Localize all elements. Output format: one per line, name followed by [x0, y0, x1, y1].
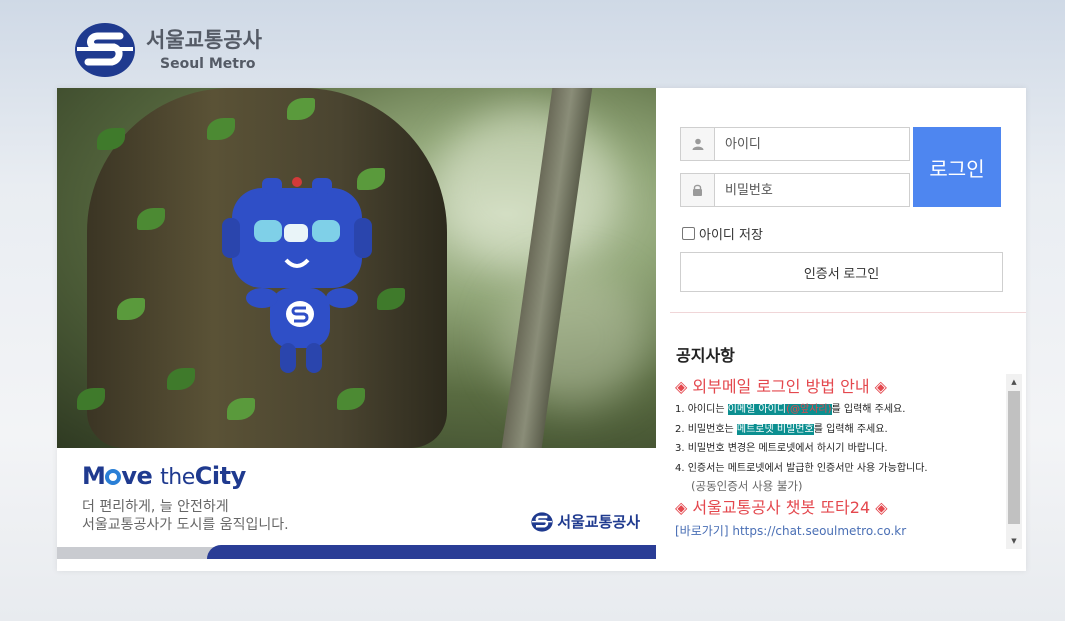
save-id-checkbox-box[interactable]	[682, 227, 695, 240]
chatbot-link[interactable]: [바로가기] https://chat.seoulmetro.co.kr	[675, 521, 1003, 541]
seoul-metro-logo-mark-icon	[75, 23, 135, 77]
divider	[670, 312, 1026, 313]
seoul-metro-logo: 서울교통공사 Seoul Metro	[74, 22, 262, 78]
id-input[interactable]	[725, 134, 905, 154]
notice-content: ◈ 외부메일 로그인 방법 안내 ◈ 1. 아이디는 이메일 아이디(@앞자리)…	[675, 374, 1003, 541]
scroll-thumb[interactable]	[1008, 391, 1020, 524]
scroll-up-arrow-icon[interactable]: ▲	[1006, 374, 1022, 390]
notice-highlight-email-id: 이메일 아이디(@앞자리)	[727, 404, 832, 415]
login-panel: 로그인 아이디 저장 인증서 로그인 공지사항 ◈ 외부메일 로그인 방법 안내…	[656, 88, 1026, 571]
notice-item-2: 2. 비밀번호는 메트로넷 비밀번호를 입력해 주세요.	[675, 423, 888, 435]
banner-stripe-blue	[207, 545, 656, 559]
logo-english-text: Seoul Metro	[160, 55, 256, 72]
notice-heading-mail: ◈ 외부메일 로그인 방법 안내 ◈	[675, 377, 887, 396]
id-field	[680, 127, 910, 161]
move-the-city-slogan: Mve theCity	[82, 462, 246, 490]
certificate-login-button[interactable]: 인증서 로그인	[680, 252, 1003, 292]
password-field	[680, 173, 910, 207]
login-card: Mve theCity 더 편리하게, 늘 안전하게 서울교통공사가 도시를 움…	[57, 88, 1026, 571]
save-id-label: 아이디 저장	[699, 228, 763, 243]
notice-item-1: 1. 아이디는 이메일 아이디(@앞자리)를 입력해 주세요.	[675, 404, 906, 415]
notice-item-3: 3. 비밀번호 변경은 메트로넷에서 하시기 바랍니다.	[675, 443, 888, 454]
notice-highlight-password: 메트로넷 비밀번호	[736, 423, 814, 435]
password-input[interactable]	[725, 180, 905, 200]
slogan-o-icon	[105, 469, 122, 485]
seoul-metro-small-logo-icon	[531, 511, 553, 532]
notice-box: ◈ 외부메일 로그인 방법 안내 ◈ 1. 아이디는 이메일 아이디(@앞자리)…	[670, 374, 1022, 549]
notice-item-4-sub: (공동인증서 사용 불가)	[691, 479, 803, 493]
scroll-down-arrow-icon[interactable]: ▼	[1006, 533, 1022, 549]
notice-scrollbar[interactable]: ▲ ▼	[1006, 374, 1022, 549]
mascot-ttota-illustration	[222, 177, 372, 373]
tagline: 더 편리하게, 늘 안전하게 서울교통공사가 도시를 움직입니다.	[82, 498, 289, 534]
notice-item-4: 4. 인증서는 메트로넷에서 발급한 인증서만 사용 가능합니다.	[675, 462, 928, 474]
slogan-banner: Mve theCity 더 편리하게, 늘 안전하게 서울교통공사가 도시를 움…	[57, 448, 656, 571]
banner-stripe-gray	[57, 547, 217, 559]
notice-heading-chatbot: ◈ 서울교통공사 챗봇 또타24 ◈	[675, 498, 888, 517]
user-icon	[681, 128, 715, 160]
notice-title: 공지사항	[676, 346, 735, 365]
hero-photo	[57, 88, 656, 448]
tagline-line-2: 서울교통공사가 도시를 움직입니다.	[82, 517, 289, 533]
login-button[interactable]: 로그인	[913, 127, 1001, 207]
save-id-checkbox[interactable]: 아이디 저장	[682, 224, 763, 243]
lock-icon	[681, 174, 715, 206]
tagline-line-1: 더 편리하게, 늘 안전하게	[82, 499, 229, 515]
banner-logo: 서울교통공사	[531, 511, 640, 532]
logo-korean-text: 서울교통공사	[146, 27, 262, 52]
